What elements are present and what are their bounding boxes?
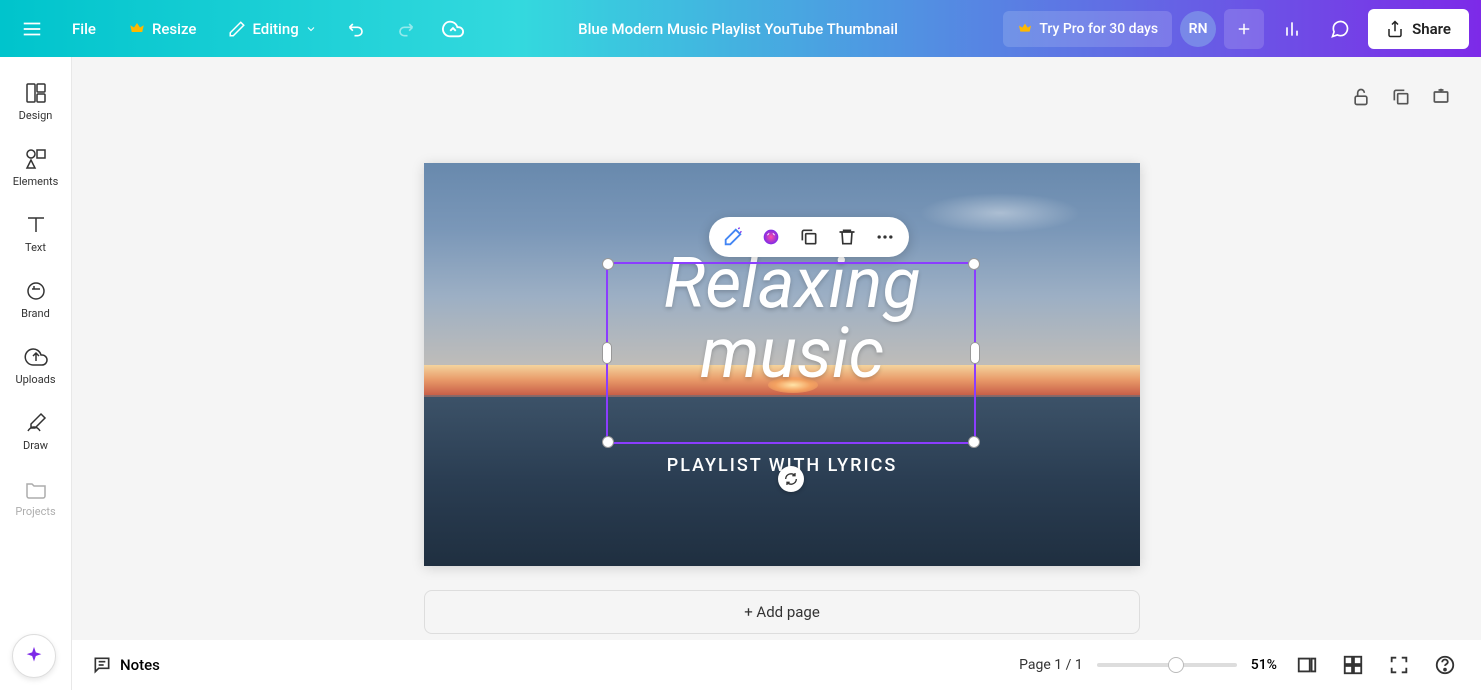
share-button[interactable]: Share — [1368, 9, 1469, 49]
sidebar-item-text[interactable]: Text — [2, 201, 70, 265]
notes-button[interactable]: Notes — [92, 655, 160, 675]
sidebar-label: Elements — [13, 175, 59, 188]
chevron-down-icon — [305, 23, 317, 35]
sparkle-icon — [23, 645, 45, 667]
redo-button[interactable] — [385, 9, 425, 49]
pencil-icon — [228, 20, 246, 38]
page-indicator: Page 1 / 1 — [1019, 657, 1083, 673]
document-title[interactable]: Blue Modern Music Playlist YouTube Thumb… — [481, 20, 996, 38]
magic-recolor-button[interactable] — [757, 223, 785, 251]
page-view-button[interactable] — [1291, 649, 1323, 681]
sidebar-label: Draw — [23, 439, 48, 452]
sidebar-item-brand[interactable]: Brand — [2, 267, 70, 331]
projects-icon — [24, 477, 48, 501]
undo-button[interactable] — [337, 9, 377, 49]
resize-label: Resize — [152, 20, 196, 38]
sidebar-label: Projects — [15, 505, 55, 518]
add-member-button[interactable] — [1224, 9, 1264, 49]
pro-label: Try Pro for 30 days — [1039, 21, 1158, 37]
sidebar-item-projects[interactable]: Projects — [2, 465, 70, 529]
canvas-top-tools — [1347, 83, 1455, 111]
analytics-button[interactable] — [1272, 9, 1312, 49]
help-button[interactable] — [1429, 649, 1461, 681]
comment-button[interactable] — [1320, 9, 1360, 49]
zoom-thumb[interactable] — [1168, 657, 1184, 673]
grid-view-button[interactable] — [1337, 649, 1369, 681]
zoom-slider[interactable] — [1097, 663, 1237, 667]
sidebar-item-uploads[interactable]: Uploads — [2, 333, 70, 397]
sidebar-label: Text — [25, 241, 46, 254]
notes-label: Notes — [120, 656, 160, 674]
share-label: Share — [1412, 20, 1451, 38]
zoom-value[interactable]: 51% — [1251, 657, 1277, 673]
file-menu[interactable]: File — [60, 9, 108, 49]
rotate-handle[interactable] — [778, 466, 804, 492]
delete-button[interactable] — [833, 223, 861, 251]
cloud-sync-button[interactable] — [433, 9, 473, 49]
design-icon — [24, 81, 48, 105]
copy-button[interactable] — [795, 223, 823, 251]
magic-edit-button[interactable] — [719, 223, 747, 251]
sidebar-label: Design — [19, 109, 53, 122]
notes-icon — [92, 655, 112, 675]
expand-button[interactable] — [1427, 83, 1455, 111]
top-bar: File Resize Editing Blue Modern Music Pl… — [0, 0, 1481, 57]
more-button[interactable] — [871, 223, 899, 251]
elements-icon — [24, 147, 48, 171]
draw-icon — [24, 411, 48, 435]
clouds — [900, 173, 1100, 253]
sidebar-label: Uploads — [15, 373, 55, 386]
text-icon — [24, 213, 48, 237]
lock-button[interactable] — [1347, 83, 1375, 111]
uploads-icon — [24, 345, 48, 369]
floating-toolbar — [709, 217, 909, 257]
avatar[interactable]: RN — [1180, 11, 1216, 47]
sidebar-item-elements[interactable]: Elements — [2, 135, 70, 199]
ai-assist-button[interactable] — [12, 634, 56, 678]
editing-mode-button[interactable]: Editing — [216, 9, 328, 49]
duplicate-page-button[interactable] — [1387, 83, 1415, 111]
sidebar-item-draw[interactable]: Draw — [2, 399, 70, 463]
fullscreen-button[interactable] — [1383, 649, 1415, 681]
crown-icon — [1017, 21, 1033, 37]
upload-icon — [1386, 20, 1404, 38]
sidebar-label: Brand — [21, 307, 50, 320]
crown-icon — [128, 20, 146, 38]
add-page-button[interactable]: + Add page — [424, 590, 1140, 634]
hamburger-button[interactable] — [12, 9, 52, 49]
resize-button[interactable]: Resize — [116, 9, 208, 49]
bottom-bar: Notes Page 1 / 1 51% — [72, 640, 1481, 690]
sun — [768, 377, 818, 393]
brand-icon — [24, 279, 48, 303]
left-sidebar: Design Elements Text Brand Uploads Draw … — [0, 57, 72, 690]
editing-label: Editing — [252, 20, 298, 38]
try-pro-button[interactable]: Try Pro for 30 days — [1003, 11, 1172, 47]
canvas-area: Relaxing music PLAYLIST WITH LYRICS + Ad… — [72, 57, 1481, 640]
sidebar-item-design[interactable]: Design — [2, 69, 70, 133]
